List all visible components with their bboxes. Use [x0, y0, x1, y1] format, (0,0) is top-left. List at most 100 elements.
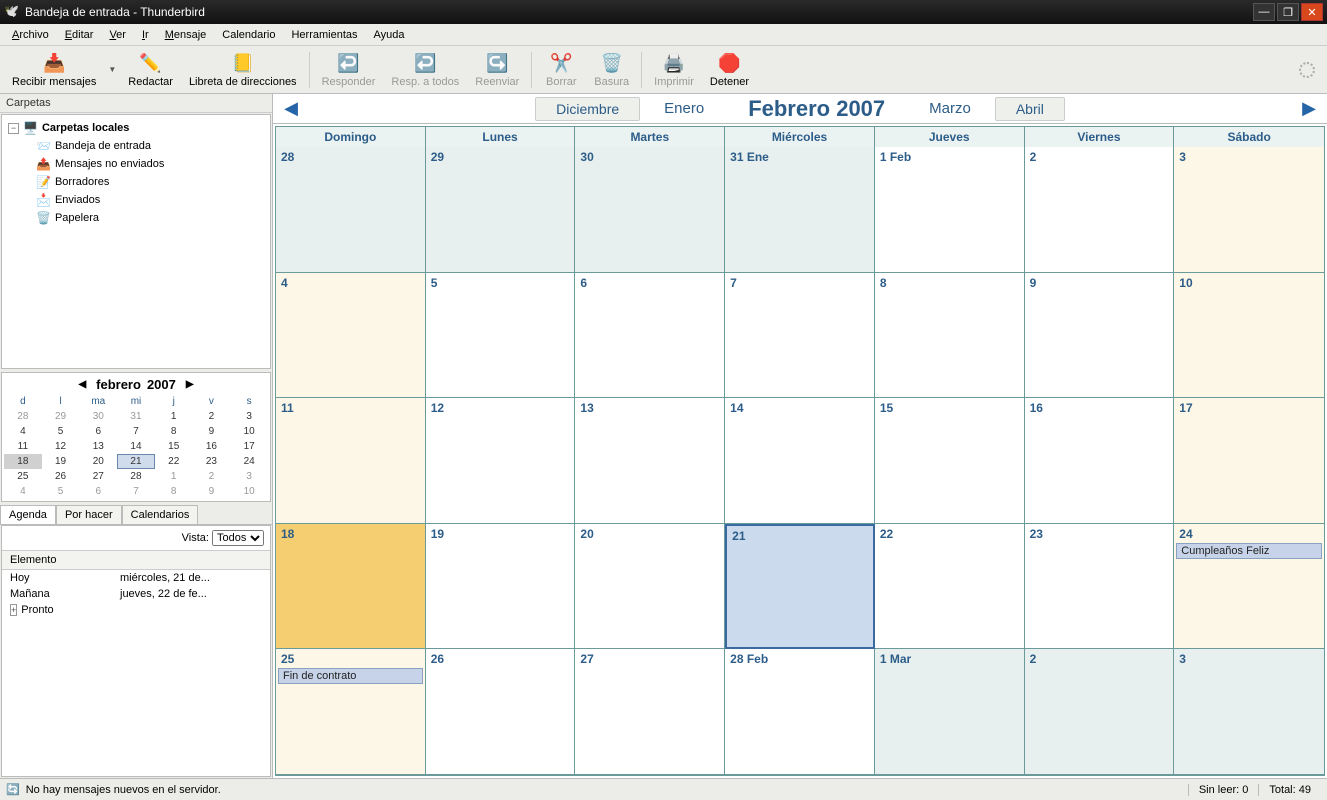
mc-day-cell[interactable]: 18: [4, 454, 42, 469]
calendar-cell[interactable]: 28: [276, 147, 426, 273]
calendar-cell[interactable]: 19: [426, 524, 576, 650]
recibir-button[interactable]: 📥 Recibir mensajes: [4, 50, 104, 90]
mc-day-cell[interactable]: 11: [4, 439, 42, 454]
maximize-button[interactable]: ❐: [1277, 3, 1299, 21]
calendar-event[interactable]: Fin de contrato: [278, 668, 423, 684]
mc-day-cell[interactable]: 6: [79, 424, 117, 439]
mc-day-cell[interactable]: 21: [117, 454, 155, 469]
tab-por-hacer[interactable]: Por hacer: [56, 505, 122, 524]
calendar-cell[interactable]: 7: [725, 273, 875, 399]
calendar-cell[interactable]: 17: [1174, 398, 1324, 524]
calendar-cell[interactable]: 6: [575, 273, 725, 399]
agenda-row[interactable]: Mañanajueves, 22 de fe...: [2, 586, 270, 602]
mc-day-cell[interactable]: 23: [193, 454, 231, 469]
reenviar-button[interactable]: ↪️ Reenviar: [467, 50, 527, 90]
mc-day-cell[interactable]: 1: [155, 469, 193, 484]
calendar-cell[interactable]: 31 Ene: [725, 147, 875, 273]
calendar-cell[interactable]: 1 Mar: [875, 649, 1025, 775]
resp-todos-button[interactable]: ↩️ Resp. a todos: [383, 50, 467, 90]
calendar-cell[interactable]: 10: [1174, 273, 1324, 399]
agenda-row[interactable]: Hoymiércoles, 21 de...: [2, 570, 270, 586]
mc-day-cell[interactable]: 13: [79, 439, 117, 454]
mc-day-cell[interactable]: 28: [4, 409, 42, 424]
folder-item[interactable]: 📨Bandeja de entrada: [8, 137, 264, 155]
minimize-button[interactable]: —: [1253, 3, 1275, 21]
calendar-cell[interactable]: 28 Feb: [725, 649, 875, 775]
menu-editar[interactable]: Editar: [57, 26, 102, 44]
imprimir-button[interactable]: 🖨️ Imprimir: [646, 50, 702, 90]
mc-day-cell[interactable]: 8: [155, 484, 193, 499]
folder-root[interactable]: − 🖥️ Carpetas locales: [8, 119, 264, 137]
mc-day-cell[interactable]: 4: [4, 424, 42, 439]
calendar-cell[interactable]: 15: [875, 398, 1025, 524]
menu-ir[interactable]: Ir: [134, 26, 157, 44]
calendar-cell[interactable]: 12: [426, 398, 576, 524]
month-tab-mar[interactable]: Marzo: [909, 97, 991, 120]
menu-calendario[interactable]: Calendario: [214, 26, 283, 44]
folder-item[interactable]: 📤Mensajes no enviados: [8, 155, 264, 173]
mc-day-cell[interactable]: 7: [117, 484, 155, 499]
basura-button[interactable]: 🗑️ Basura: [586, 50, 637, 90]
responder-button[interactable]: ↩️ Responder: [314, 50, 384, 90]
menu-herramientas[interactable]: Herramientas: [283, 26, 365, 44]
mc-day-cell[interactable]: 10: [230, 484, 268, 499]
mc-day-cell[interactable]: 17: [230, 439, 268, 454]
month-tab-jan[interactable]: Enero: [644, 97, 724, 120]
mc-day-cell[interactable]: 26: [42, 469, 80, 484]
mc-day-cell[interactable]: 6: [79, 484, 117, 499]
mc-day-cell[interactable]: 27: [79, 469, 117, 484]
mc-day-cell[interactable]: 28: [117, 469, 155, 484]
calendar-cell[interactable]: 23: [1025, 524, 1175, 650]
calendar-cell[interactable]: 26: [426, 649, 576, 775]
mc-day-cell[interactable]: 24: [230, 454, 268, 469]
month-tab-dec[interactable]: Diciembre: [535, 97, 640, 121]
mc-day-cell[interactable]: 9: [193, 424, 231, 439]
calendar-cell[interactable]: 2: [1025, 147, 1175, 273]
prev-month-arrow[interactable]: ◀: [279, 97, 303, 121]
mc-day-cell[interactable]: 3: [230, 469, 268, 484]
calendar-cell[interactable]: 9: [1025, 273, 1175, 399]
mc-day-cell[interactable]: 15: [155, 439, 193, 454]
mc-day-cell[interactable]: 19: [42, 454, 80, 469]
folder-item[interactable]: 🗑️Papelera: [8, 209, 264, 227]
calendar-cell[interactable]: 16: [1025, 398, 1175, 524]
menu-archivo[interactable]: Archivo: [4, 26, 57, 44]
calendar-cell[interactable]: 3: [1174, 147, 1324, 273]
recibir-dropdown[interactable]: ▼: [104, 65, 120, 74]
mc-day-cell[interactable]: 9: [193, 484, 231, 499]
detener-button[interactable]: 🛑 Detener: [702, 50, 757, 90]
mc-day-cell[interactable]: 16: [193, 439, 231, 454]
mc-day-cell[interactable]: 3: [230, 409, 268, 424]
mc-day-cell[interactable]: 20: [79, 454, 117, 469]
calendar-cell[interactable]: 22: [875, 524, 1025, 650]
mc-day-cell[interactable]: 8: [155, 424, 193, 439]
calendar-cell[interactable]: 25Fin de contrato: [276, 649, 426, 775]
folder-item[interactable]: 📩Enviados: [8, 191, 264, 209]
calendar-cell[interactable]: 29: [426, 147, 576, 273]
tab-calendarios[interactable]: Calendarios: [122, 505, 199, 524]
redactar-button[interactable]: ✏️ Redactar: [120, 50, 181, 90]
calendar-cell[interactable]: 2: [1025, 649, 1175, 775]
calendar-cell[interactable]: 3: [1174, 649, 1324, 775]
mc-day-cell[interactable]: 1: [155, 409, 193, 424]
borrar-button[interactable]: ✂️ Borrar: [536, 50, 586, 90]
calendar-cell[interactable]: 1 Feb: [875, 147, 1025, 273]
mc-day-cell[interactable]: 14: [117, 439, 155, 454]
menu-mensaje[interactable]: Mensaje: [157, 26, 215, 44]
calendar-cell[interactable]: 21: [725, 524, 875, 650]
month-tab-apr[interactable]: Abril: [995, 97, 1065, 121]
agenda-row[interactable]: +Pronto: [2, 602, 270, 618]
calendar-cell[interactable]: 14: [725, 398, 875, 524]
menu-ayuda[interactable]: Ayuda: [366, 26, 413, 44]
menu-ver[interactable]: Ver: [101, 26, 134, 44]
mc-day-cell[interactable]: 29: [42, 409, 80, 424]
mc-day-cell[interactable]: 2: [193, 469, 231, 484]
calendar-cell[interactable]: 18: [276, 524, 426, 650]
mc-day-cell[interactable]: 25: [4, 469, 42, 484]
calendar-cell[interactable]: 13: [575, 398, 725, 524]
calendar-cell[interactable]: 27: [575, 649, 725, 775]
collapse-icon[interactable]: −: [8, 123, 19, 134]
mc-day-cell[interactable]: 5: [42, 424, 80, 439]
libreta-button[interactable]: 📒 Libreta de direcciones: [181, 50, 305, 90]
calendar-cell[interactable]: 8: [875, 273, 1025, 399]
